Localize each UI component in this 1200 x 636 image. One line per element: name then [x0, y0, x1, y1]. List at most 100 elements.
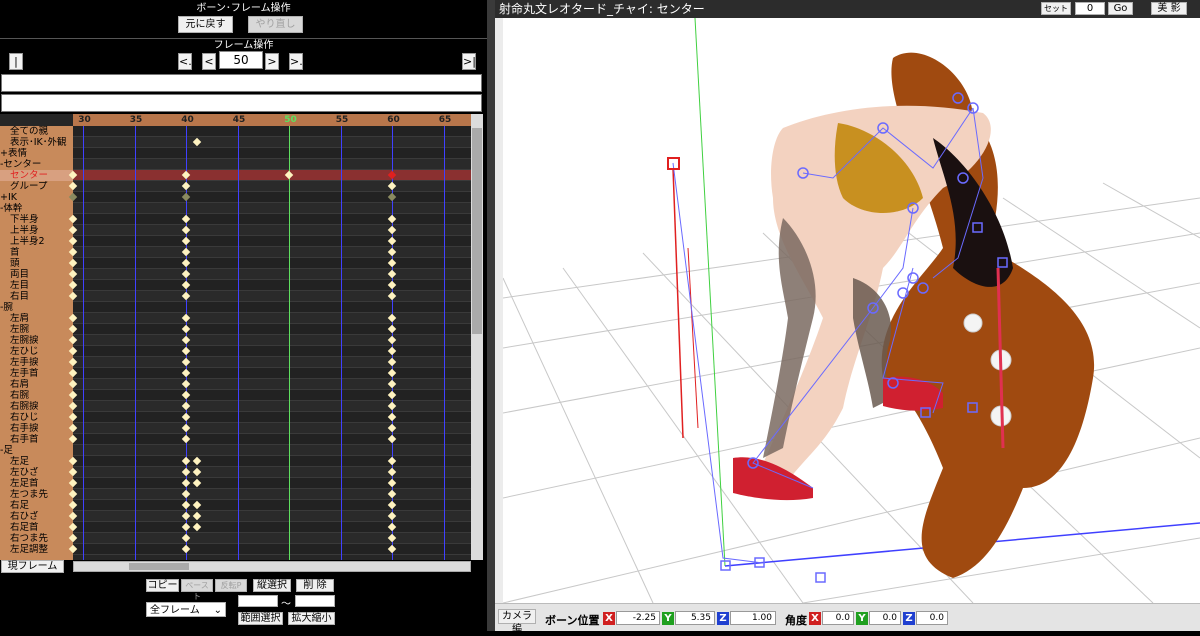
ang-x-input[interactable]: 0.0 [822, 611, 854, 625]
timeline-row[interactable] [73, 489, 471, 500]
timeline-row[interactable] [73, 544, 471, 555]
undo-button[interactable]: 元に戻す [178, 16, 233, 33]
bone-row-name[interactable]: 左足調整 [0, 544, 73, 555]
set-value-input[interactable]: 0 [1075, 2, 1105, 15]
range-end-input[interactable] [295, 595, 335, 607]
bone-row-name[interactable]: センター [0, 170, 73, 181]
bone-row-name[interactable]: 右腕捩 [0, 401, 73, 412]
bone-row-name[interactable]: 右肩 [0, 379, 73, 390]
timeline-row[interactable] [73, 258, 471, 269]
vertical-select-button[interactable]: 縦選択 [253, 579, 291, 592]
info-field-2[interactable] [1, 94, 482, 112]
timeline-row[interactable] [73, 225, 471, 236]
bone-row-name[interactable]: 頭 [0, 258, 73, 269]
timeline-row[interactable] [73, 335, 471, 346]
bone-row-name[interactable]: 全ての親 [0, 126, 73, 137]
paste-button[interactable]: ペースト [181, 579, 213, 601]
timeline[interactable]: 30 35 40 45 50 55 60 65 全ての親 表示･IK･外観 +表情 -センター センタ… [0, 114, 471, 560]
info-field-1[interactable] [1, 74, 482, 92]
bone-row-name[interactable]: 右つま先 [0, 533, 73, 544]
bone-row-name[interactable]: 左肩 [0, 313, 73, 324]
bone-row-name[interactable]: 右手首 [0, 434, 73, 445]
timeline-row[interactable] [73, 467, 471, 478]
timeline-row[interactable] [73, 379, 471, 390]
timeline-row[interactable] [73, 236, 471, 247]
timeline-row[interactable] [73, 148, 471, 159]
timeline-row[interactable] [73, 412, 471, 423]
timeline-row[interactable] [73, 203, 471, 214]
timeline-row[interactable] [73, 181, 471, 192]
frame-ruler[interactable]: 30 35 40 45 50 55 60 65 [73, 114, 471, 126]
bone-row-name[interactable]: 左つま先 [0, 489, 73, 500]
current-frame-button[interactable]: 現フレーム [1, 560, 64, 573]
bone-row-name[interactable]: -体幹 [0, 203, 73, 214]
bone-row-name[interactable]: +表情 [0, 148, 73, 159]
camera-edit-button[interactable]: カメラ編 [498, 609, 536, 635]
timeline-row[interactable] [73, 313, 471, 324]
timeline-row[interactable] [73, 401, 471, 412]
bone-row-name[interactable]: 左目 [0, 280, 73, 291]
next-frame-button[interactable]: > [265, 53, 279, 70]
bone-row-name[interactable]: 首 [0, 247, 73, 258]
3d-viewport[interactable] [503, 18, 1200, 603]
bone-row-name[interactable]: 左手捩 [0, 357, 73, 368]
bone-row-name[interactable]: 左足 [0, 456, 73, 467]
pos-y-input[interactable]: 5.35 [675, 611, 715, 625]
timeline-row[interactable] [73, 522, 471, 533]
timeline-row[interactable] [73, 445, 471, 456]
redo-button[interactable]: やり直し [248, 16, 303, 33]
timeline-vscroll[interactable] [471, 114, 483, 560]
bone-row-name[interactable]: 左腕 [0, 324, 73, 335]
ang-y-input[interactable]: 0.0 [869, 611, 901, 625]
timeline-row[interactable] [73, 511, 471, 522]
timeline-row[interactable] [73, 357, 471, 368]
timeline-row[interactable] [73, 500, 471, 511]
timeline-row[interactable] [73, 346, 471, 357]
first-frame-button[interactable]: |< [9, 53, 23, 83]
bone-row-name[interactable]: 右足首 [0, 522, 73, 533]
timeline-row[interactable] [73, 170, 471, 181]
bone-row-name[interactable]: 両目 [0, 269, 73, 280]
bone-row-name[interactable]: 右ひざ [0, 511, 73, 522]
ang-z-input[interactable]: 0.0 [916, 611, 948, 625]
timeline-row[interactable] [73, 478, 471, 489]
bone-row-name[interactable]: 下半身 [0, 214, 73, 225]
bone-row-name[interactable]: -腕 [0, 302, 73, 313]
bone-row-name[interactable]: 右ひじ [0, 412, 73, 423]
timeline-row[interactable] [73, 390, 471, 401]
timeline-row[interactable] [73, 368, 471, 379]
bone-row-name[interactable]: 右手捩 [0, 423, 73, 434]
bone-row-name[interactable]: 表示･IK･外観 [0, 137, 73, 148]
bone-row-name[interactable]: 右腕 [0, 390, 73, 401]
timeline-row[interactable] [73, 434, 471, 445]
bone-row-name[interactable]: 上半身 [0, 225, 73, 236]
bone-row-name[interactable]: グループ [0, 181, 73, 192]
frame-range-select[interactable]: 全フレーム ⌄ [146, 602, 226, 617]
keyframe-grid[interactable] [68, 126, 471, 560]
pos-x-input[interactable]: -2.25 [616, 611, 660, 625]
bone-row-name[interactable]: 右足 [0, 500, 73, 511]
timeline-row[interactable] [73, 126, 471, 137]
timeline-row[interactable] [73, 269, 471, 280]
pos-z-input[interactable]: 1.00 [730, 611, 776, 625]
bone-row-name[interactable]: -足 [0, 445, 73, 456]
copy-button[interactable]: コピー [146, 579, 179, 592]
zoom-button[interactable]: 拡大縮小 [288, 612, 335, 625]
delete-button[interactable]: 削 除 [296, 579, 334, 592]
prev-key-button[interactable]: <. [178, 53, 192, 70]
timeline-row[interactable] [73, 324, 471, 335]
timeline-row[interactable] [73, 456, 471, 467]
timeline-row[interactable] [73, 137, 471, 148]
bone-row-name[interactable]: 左ひじ [0, 346, 73, 357]
bone-row-name[interactable]: 右目 [0, 291, 73, 302]
next-key-button[interactable]: >. [289, 53, 303, 70]
timeline-row[interactable] [73, 291, 471, 302]
timeline-row[interactable] [73, 192, 471, 203]
bone-name-list[interactable]: 全ての親 表示･IK･外観 +表情 -センター センター グループ +IK -体幹 下半身 上半身… [0, 126, 73, 560]
scene-svg[interactable] [503, 18, 1200, 603]
set-button[interactable]: セット [1041, 2, 1071, 15]
beauty-shadow-button[interactable]: 美 影 [1151, 2, 1187, 15]
last-frame-button[interactable]: >| [462, 53, 476, 70]
bone-row-name[interactable]: -センター [0, 159, 73, 170]
bone-row-name[interactable]: 左腕捩 [0, 335, 73, 346]
